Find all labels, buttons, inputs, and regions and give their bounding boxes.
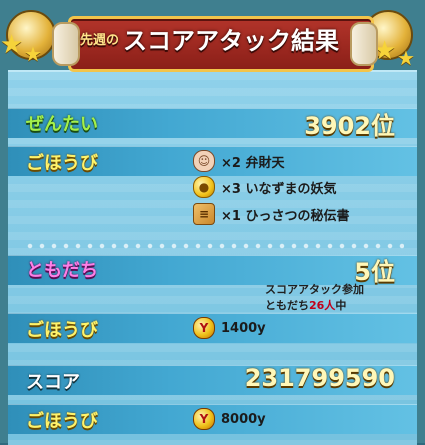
star-icon: ★ xyxy=(0,30,24,60)
star-icon: ★ xyxy=(24,42,42,66)
friends-rewards-label: ごほうび xyxy=(26,320,98,341)
friends-info-line1: スコアアタック参加 xyxy=(265,283,364,296)
star-icon: ★ xyxy=(397,46,415,70)
score-label: スコア xyxy=(26,372,80,393)
title-prefix: 先週の xyxy=(80,33,120,48)
game-window: ★ ★ ★ ★ 先週の スコアアタック結果 ぜんたい 3902位 ごほうび ☺ ×… xyxy=(0,0,425,445)
reward-text: ×3 いなずまの妖気 xyxy=(221,181,337,197)
title-banner: 先週の スコアアタック結果 xyxy=(50,8,378,72)
score-rewards-label: ごほうび xyxy=(26,411,98,432)
coin-text: 8000y xyxy=(221,411,266,427)
overall-rank: 3902位 xyxy=(304,112,395,140)
reward-item: ☺ ×2 弁財天 xyxy=(193,150,284,172)
friends-info-suffix: 中 xyxy=(335,299,347,312)
scroll-icon: ≡ xyxy=(193,203,215,225)
friends-info-prefix: ともだち xyxy=(265,299,309,312)
title-text: スコアアタック結果 xyxy=(123,27,340,55)
overall-label: ぜんたい xyxy=(26,114,98,135)
reward-item: ≡ ×1 ひっさつの秘伝書 xyxy=(193,203,349,225)
friends-info: スコアアタック参加 ともだち26人中 xyxy=(265,282,405,316)
friends-label: ともだち xyxy=(26,260,98,281)
scroll-roll-left xyxy=(52,22,80,66)
coin-icon: Y xyxy=(193,408,215,430)
character-icon: ☺ xyxy=(193,150,215,172)
reward-text: ×2 弁財天 xyxy=(221,155,285,171)
score-value: 231799590 xyxy=(244,364,395,392)
divider xyxy=(24,243,404,249)
coin-icon: Y xyxy=(193,317,215,339)
friends-info-line2: ともだち26人中 xyxy=(265,298,405,314)
coin-text: 1400y xyxy=(221,320,266,336)
friends-count: 26人 xyxy=(309,299,336,312)
overall-rewards-label: ごほうび xyxy=(26,153,98,174)
reward-item: ● ×3 いなずまの妖気 xyxy=(193,176,336,198)
coin-reward: Y 1400y xyxy=(193,317,266,339)
page-title: 先週の スコアアタック結果 xyxy=(80,22,360,60)
reward-text: ×1 ひっさつの秘伝書 xyxy=(221,208,350,224)
coin-reward: Y 8000y xyxy=(193,408,266,430)
orb-icon: ● xyxy=(193,176,215,198)
